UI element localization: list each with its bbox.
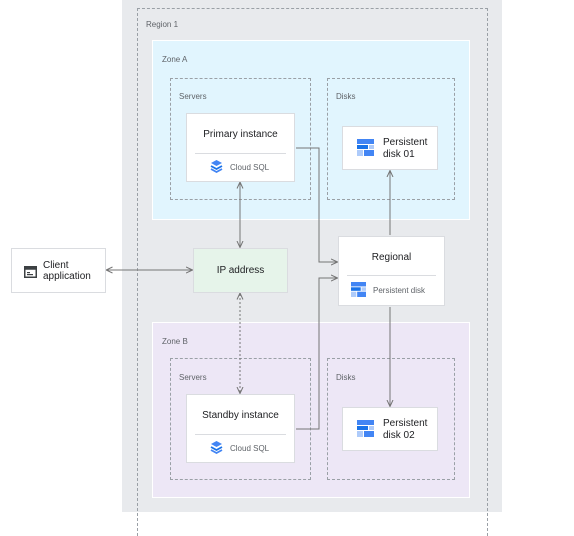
primary-regional-connector — [296, 147, 337, 262]
connectors — [0, 147, 574, 430]
standby-regional-connector — [296, 278, 337, 430]
